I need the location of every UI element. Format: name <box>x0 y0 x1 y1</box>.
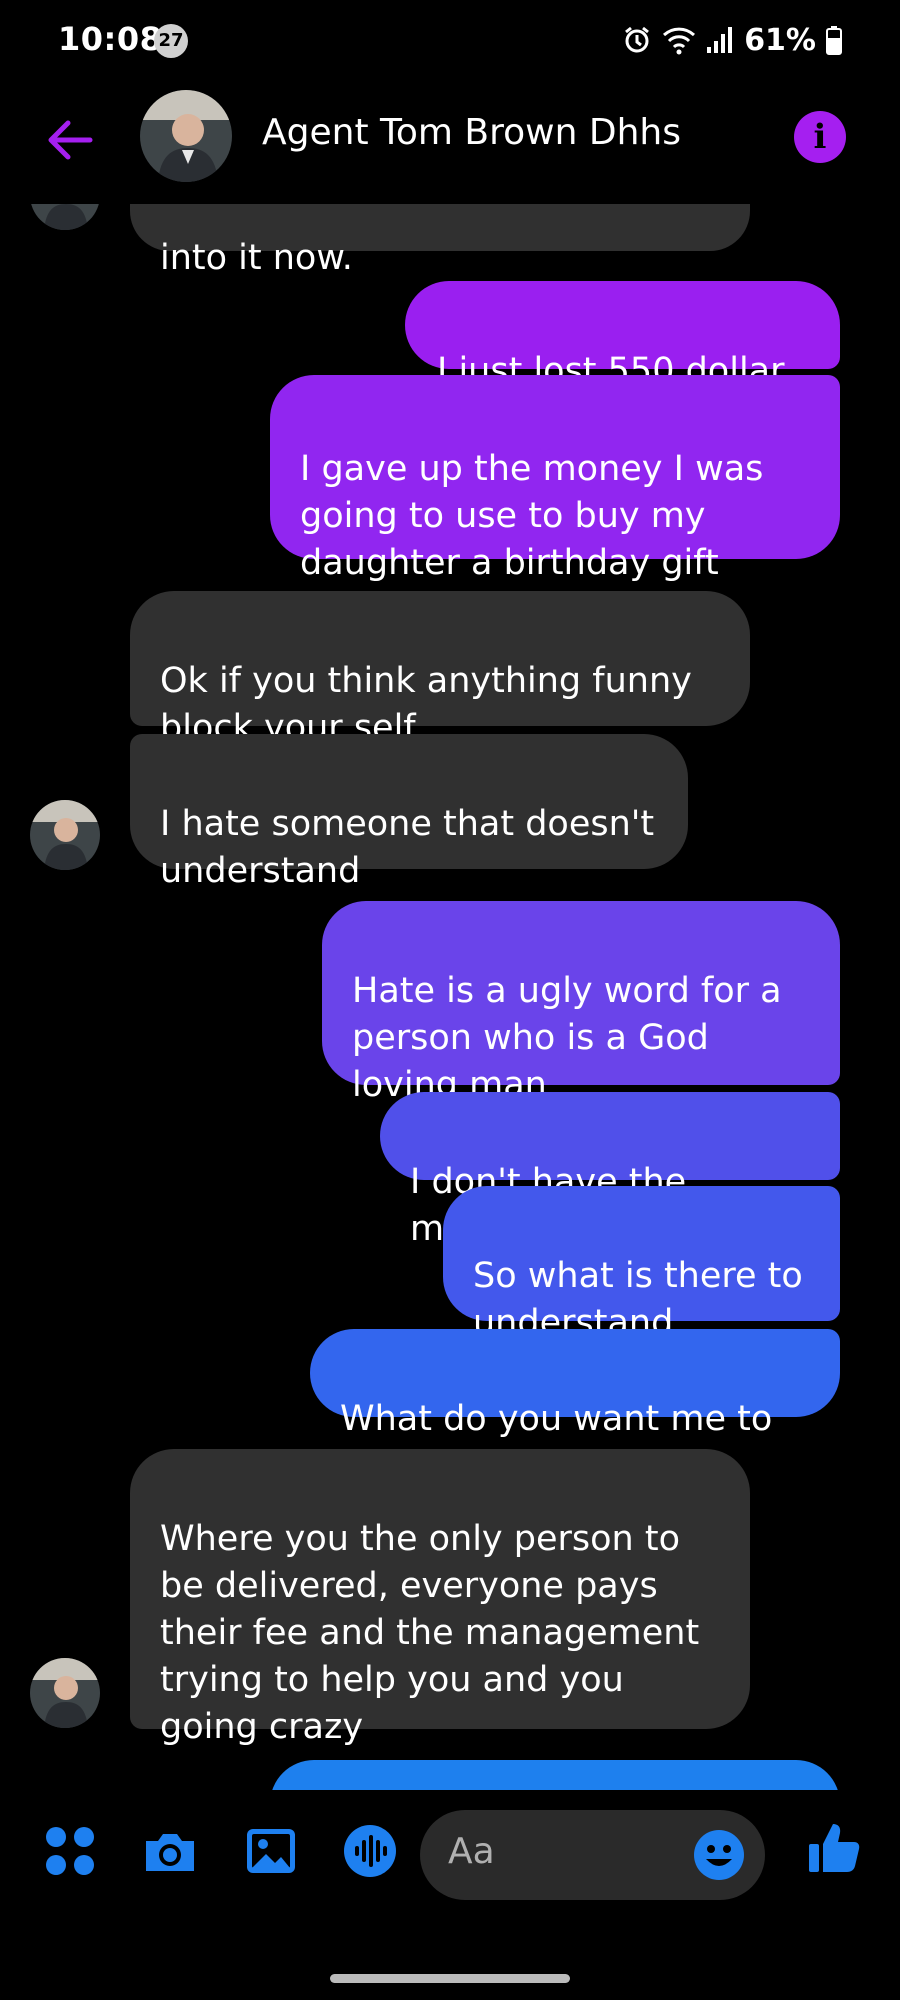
message-text: I hate someone that doesn't understand <box>160 804 655 891</box>
message-composer: Aa <box>0 1790 900 1920</box>
back-arrow-icon[interactable] <box>42 112 98 168</box>
status-bar: 10:08 27 61% <box>0 0 900 82</box>
message-text: Hate is a ugly word for a person who is … <box>352 971 782 1105</box>
voice-message-icon[interactable] <box>342 1823 398 1879</box>
alarm-icon <box>625 26 650 53</box>
home-indicator[interactable] <box>330 1974 570 1983</box>
status-time: 10:08 <box>58 20 163 58</box>
message-bubble-outgoing[interactable]: So what is there to understand <box>443 1186 840 1343</box>
message-bubble-outgoing[interactable] <box>270 1760 840 1790</box>
info-icon[interactable]: i <box>794 111 846 163</box>
sender-avatar <box>30 800 100 870</box>
wifi-icon <box>663 27 696 55</box>
battery-percent: 61% <box>744 22 816 58</box>
notification-count-badge: 27 <box>154 24 188 58</box>
apps-grid-icon[interactable] <box>42 1823 98 1879</box>
message-bubble-outgoing[interactable]: What do you want me to do <box>310 1329 840 1486</box>
message-bubble-incoming[interactable]: I hate someone that doesn't understand <box>130 734 688 891</box>
emoji-icon[interactable] <box>693 1829 745 1881</box>
message-bubble-incoming[interactable]: Where you the only person to be delivere… <box>130 1449 750 1747</box>
contact-name[interactable]: Agent Tom Brown Dhhs <box>262 112 681 153</box>
message-list[interactable]: into it now. I just lost 550 dollar. I g… <box>0 180 900 1790</box>
message-text: I gave up the money I was going to use t… <box>300 449 764 583</box>
chat-header: Agent Tom Brown Dhhs i <box>0 82 900 204</box>
message-text: into it now. <box>160 238 353 278</box>
battery-icon <box>826 26 842 55</box>
contact-avatar[interactable] <box>140 90 232 182</box>
message-text: Where you the only person to be delivere… <box>160 1519 700 1747</box>
thumbs-up-icon[interactable] <box>806 1820 862 1876</box>
message-input-placeholder: Aa <box>448 1831 495 1872</box>
message-bubble-outgoing[interactable]: I gave up the money I was going to use t… <box>270 375 840 583</box>
gallery-icon[interactable] <box>243 1823 299 1879</box>
sender-avatar <box>30 1658 100 1728</box>
message-bubble-incoming[interactable]: Ok if you think anything funny block you… <box>130 591 750 748</box>
camera-icon[interactable] <box>142 1823 198 1879</box>
signal-icon <box>707 27 733 53</box>
message-input[interactable]: Aa <box>420 1810 765 1900</box>
message-bubble-outgoing[interactable]: Hate is a ugly word for a person who is … <box>322 901 840 1105</box>
message-bubble-outgoing[interactable]: I don't have the money <box>380 1092 840 1249</box>
message-bubble-outgoing[interactable]: I just lost 550 dollar. <box>405 281 840 391</box>
